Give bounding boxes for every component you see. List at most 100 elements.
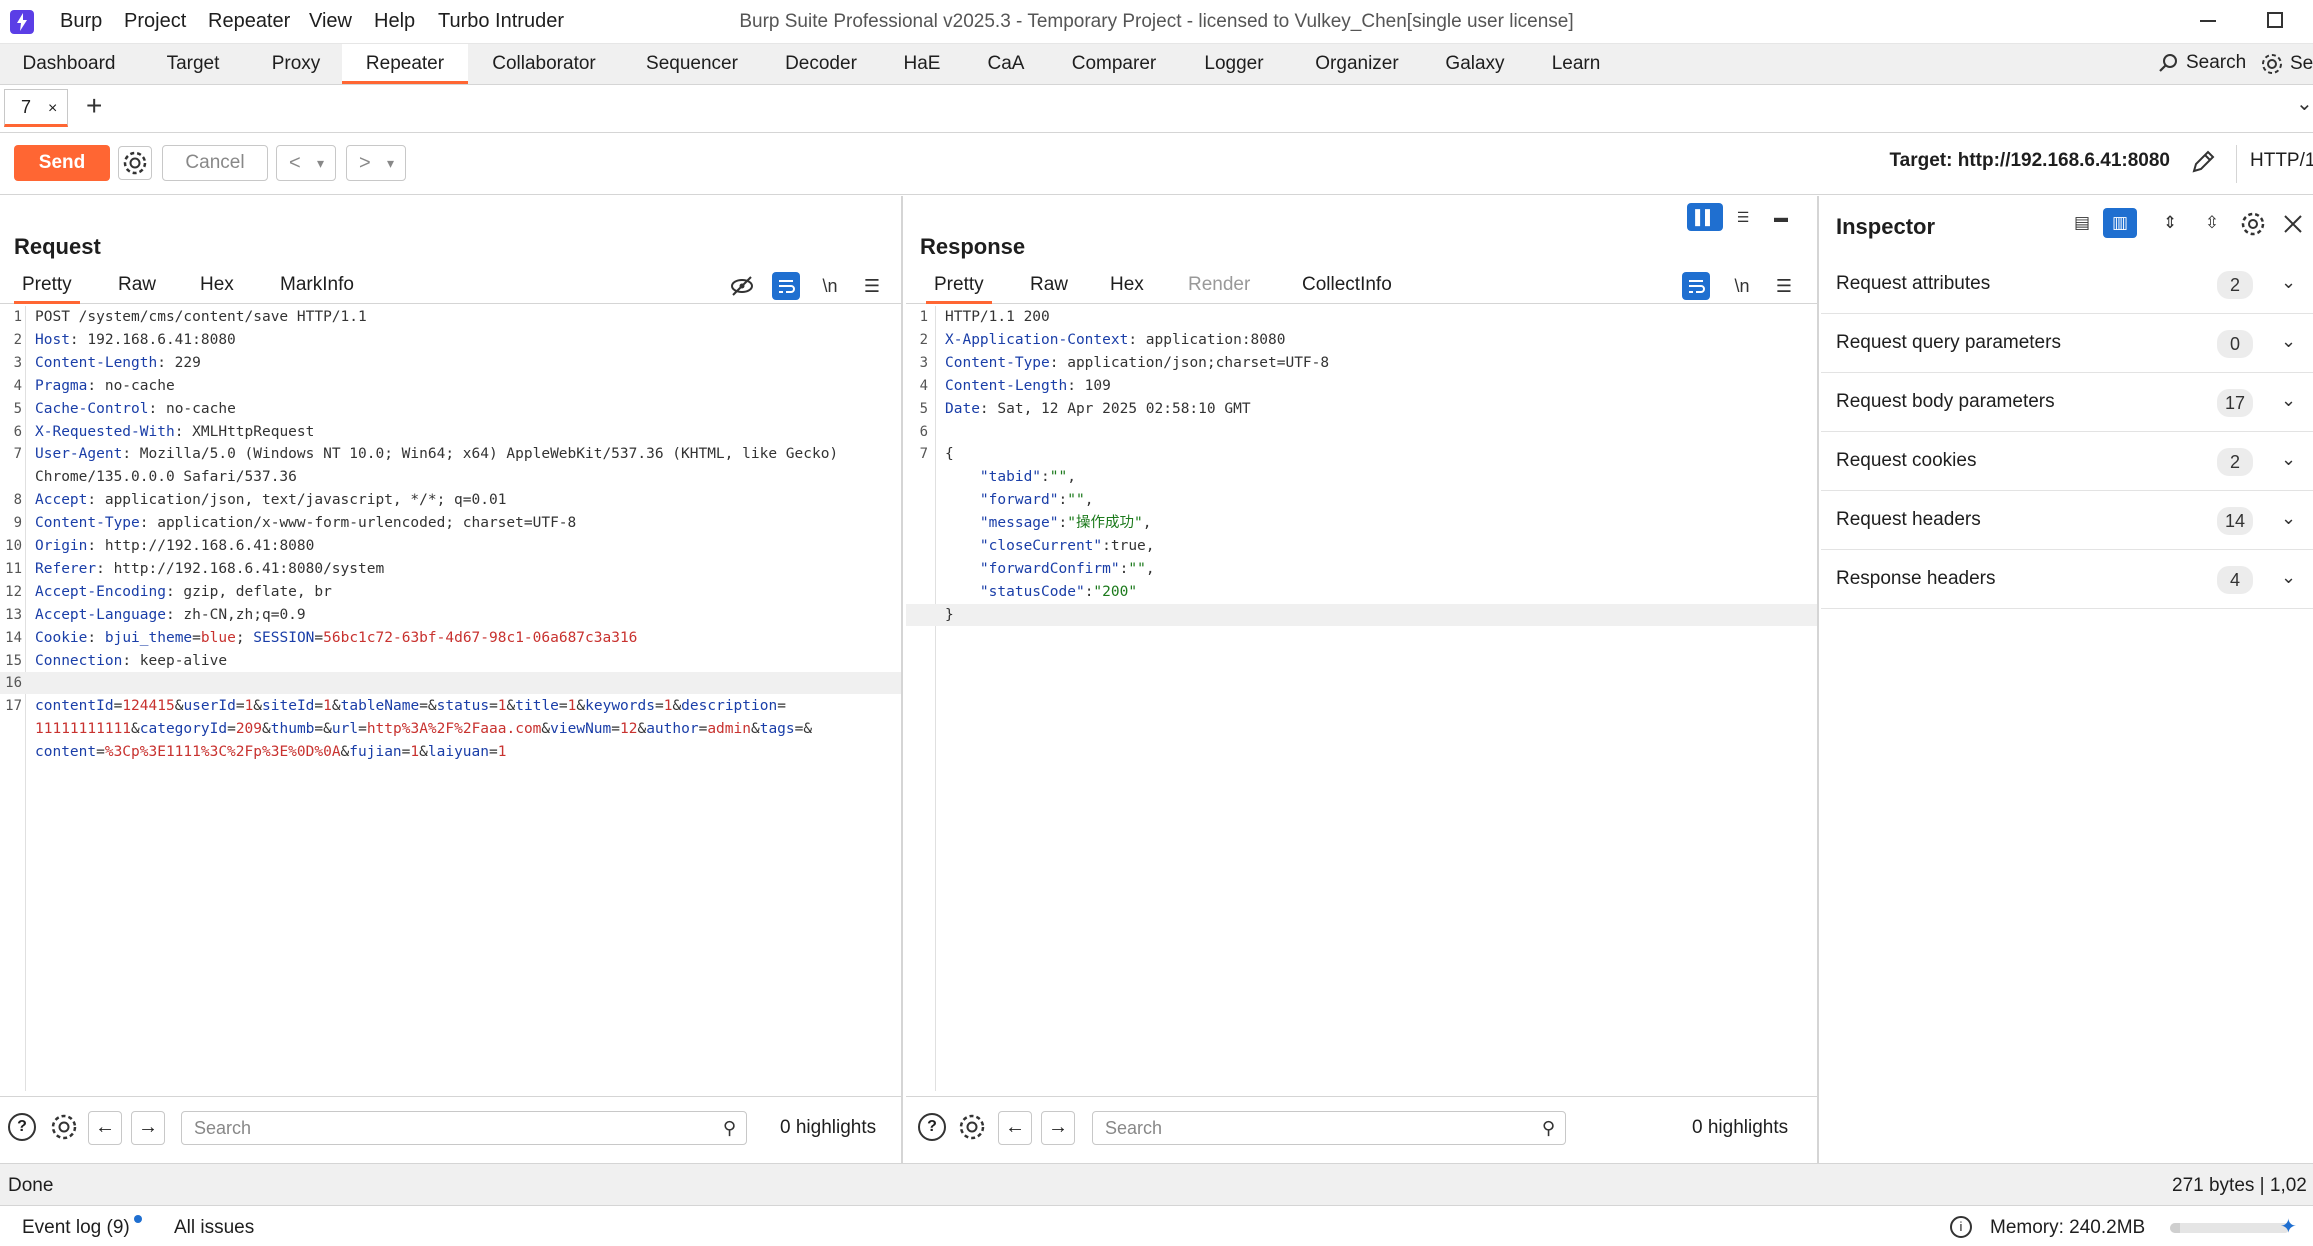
chevron-down-icon: ⌄ — [2281, 272, 2297, 292]
inspector-layout-panel-icon[interactable]: ▥ — [2103, 208, 2137, 238]
divider — [2236, 145, 2237, 183]
search-next-button[interactable]: → — [131, 1111, 165, 1145]
hamburger-menu-icon[interactable]: ☰ — [1770, 272, 1798, 300]
line-number: 10 — [5, 538, 22, 554]
maximize-icon[interactable] — [2267, 12, 2283, 28]
chevron-down-icon[interactable]: ▾ — [317, 146, 324, 180]
inspector-section-cookies[interactable]: Request cookies 2 ⌄ — [1821, 433, 2313, 491]
tab-dashboard[interactable]: Dashboard — [8, 44, 130, 84]
cancel-button[interactable]: Cancel — [162, 145, 268, 181]
tab-learn[interactable]: Learn — [1542, 44, 1610, 84]
chevron-down-icon: ⌄ — [2281, 390, 2297, 410]
tab-galaxy[interactable]: Galaxy — [1432, 44, 1518, 84]
response-tab-collectinfo[interactable]: CollectInfo — [1294, 268, 1400, 304]
editor-line: 1 HTTP/1.1 200 — [906, 306, 1817, 328]
send-button[interactable]: Send — [14, 145, 110, 181]
split-horizontal-icon[interactable]: ▌▌ — [1687, 203, 1723, 231]
chevron-down-icon[interactable]: ▾ — [387, 146, 394, 180]
search-icon: ⚲ — [722, 1118, 736, 1138]
history-forward-button[interactable]: > ▾ — [346, 145, 406, 181]
split-vertical-icon[interactable]: ☰ — [1725, 203, 1761, 231]
tab-repeater[interactable]: Repeater — [342, 44, 468, 84]
inspector-layout-list-icon[interactable]: ▤ — [2065, 208, 2099, 238]
sparkle-ai-icon[interactable]: ✦ — [2280, 1214, 2306, 1240]
tab-overflow-icon[interactable]: ⌄ — [2296, 91, 2313, 116]
global-search-button[interactable]: Search — [2158, 52, 2246, 74]
event-log-button[interactable]: Event log (9) — [22, 1217, 130, 1239]
inspector-section-body-parameters[interactable]: Request body parameters 17 ⌄ — [1821, 374, 2313, 432]
gear-icon[interactable] — [2239, 210, 2267, 238]
expand-all-icon[interactable]: ⇕ — [2153, 208, 2187, 238]
response-search-input[interactable]: Search ⚲ — [1092, 1111, 1566, 1145]
response-tab-render[interactable]: Render — [1180, 268, 1258, 304]
collapse-all-icon[interactable]: ⇳ — [2195, 208, 2229, 238]
close-icon[interactable] — [2281, 212, 2305, 236]
close-icon[interactable]: × — [48, 100, 57, 117]
response-tab-pretty[interactable]: Pretty — [926, 268, 992, 304]
request-search-input[interactable]: Search ⚲ — [181, 1111, 747, 1145]
line-content: Host: 192.168.6.41:8080 — [35, 331, 236, 348]
gear-icon[interactable] — [48, 1111, 80, 1143]
menu-view[interactable]: View — [309, 10, 352, 33]
tab-sequencer[interactable]: Sequencer — [636, 44, 748, 84]
edit-target-icon[interactable] — [2188, 147, 2218, 177]
tab-hae[interactable]: HaE — [892, 44, 952, 84]
newline-toggle-icon[interactable]: \n — [1728, 272, 1756, 300]
gear-icon[interactable] — [956, 1111, 988, 1143]
repeater-settings-button[interactable] — [118, 146, 152, 180]
response-editor[interactable]: 1 HTTP/1.1 200 2 X-Application-Context: app… — [906, 306, 1817, 1091]
menu-help[interactable]: Help — [374, 10, 415, 33]
tab-caa[interactable]: CaA — [978, 44, 1034, 84]
tab-organizer[interactable]: Organizer — [1306, 44, 1408, 84]
tab-target[interactable]: Target — [148, 44, 238, 84]
section-label: Request body parameters — [1836, 391, 2055, 412]
response-tab-raw[interactable]: Raw — [1022, 268, 1076, 304]
tab-logger[interactable]: Logger — [1188, 44, 1280, 84]
history-back-button[interactable]: < ▾ — [276, 145, 336, 181]
add-tab-icon[interactable]: + — [86, 91, 102, 121]
hide-eye-icon[interactable] — [728, 272, 756, 300]
global-settings-button[interactable]: Se — [2260, 52, 2313, 76]
inspector-section-request-headers[interactable]: Request headers 14 ⌄ — [1821, 492, 2313, 550]
repeater-tab[interactable]: 7 × — [4, 89, 68, 127]
request-tab-pretty[interactable]: Pretty — [14, 268, 80, 304]
inspector-section-response-headers[interactable]: Response headers 4 ⌄ — [1821, 551, 2313, 609]
line-content: Cookie: bjui_theme=blue; SESSION=56bc1c7… — [35, 629, 638, 646]
repeater-tab-strip: 7 × + ⌄ — [0, 85, 2313, 133]
tab-proxy[interactable]: Proxy — [256, 44, 336, 84]
inspector-section-query-parameters[interactable]: Request query parameters 0 ⌄ — [1821, 315, 2313, 373]
newline-toggle-icon[interactable]: \n — [816, 272, 844, 300]
search-next-button[interactable]: → — [1041, 1111, 1075, 1145]
help-icon[interactable]: ? — [8, 1113, 36, 1141]
tabbed-layout-icon[interactable]: ▬ — [1763, 203, 1799, 231]
response-view-tabs: Pretty Raw Hex Render CollectInfo \n ☰ — [906, 268, 1817, 304]
word-wrap-icon[interactable] — [772, 272, 800, 300]
request-tab-raw[interactable]: Raw — [110, 268, 164, 304]
tab-collaborator[interactable]: Collaborator — [482, 44, 606, 84]
editor-line: 5 Cache-Control: no-cache — [0, 398, 901, 420]
all-issues-button[interactable]: All issues — [174, 1217, 254, 1239]
info-icon[interactable]: i — [1950, 1216, 1972, 1238]
search-previous-button[interactable]: ← — [998, 1111, 1032, 1145]
menu-repeater[interactable]: Repeater — [208, 10, 290, 33]
editor-line: 15 Connection: keep-alive — [0, 650, 901, 672]
request-tab-hex[interactable]: Hex — [192, 268, 242, 304]
tab-decoder[interactable]: Decoder — [776, 44, 866, 84]
menu-turbo-intruder[interactable]: Turbo Intruder — [438, 10, 564, 33]
search-previous-button[interactable]: ← — [88, 1111, 122, 1145]
inspector-section-request-attributes[interactable]: Request attributes 2 ⌄ — [1821, 256, 2313, 314]
editor-line: 9 Content-Type: application/x-www-form-ur… — [0, 512, 901, 534]
http-version-selector[interactable]: HTTP/1 — [2250, 150, 2313, 172]
word-wrap-icon[interactable] — [1682, 272, 1710, 300]
help-icon[interactable]: ? — [918, 1113, 946, 1141]
response-tab-hex[interactable]: Hex — [1102, 268, 1152, 304]
line-content: "forwardConfirm":"", — [979, 560, 1155, 577]
menu-burp[interactable]: Burp — [60, 10, 102, 33]
line-number: 6 — [13, 423, 22, 440]
request-editor[interactable]: 1 POST /system/cms/content/save HTTP/1.1 2… — [0, 306, 901, 1091]
tab-comparer[interactable]: Comparer — [1064, 44, 1164, 84]
minimize-icon[interactable] — [2200, 20, 2216, 22]
hamburger-menu-icon[interactable]: ☰ — [858, 272, 886, 300]
request-tab-markinfo[interactable]: MarkInfo — [272, 268, 362, 304]
menu-project[interactable]: Project — [124, 10, 186, 33]
